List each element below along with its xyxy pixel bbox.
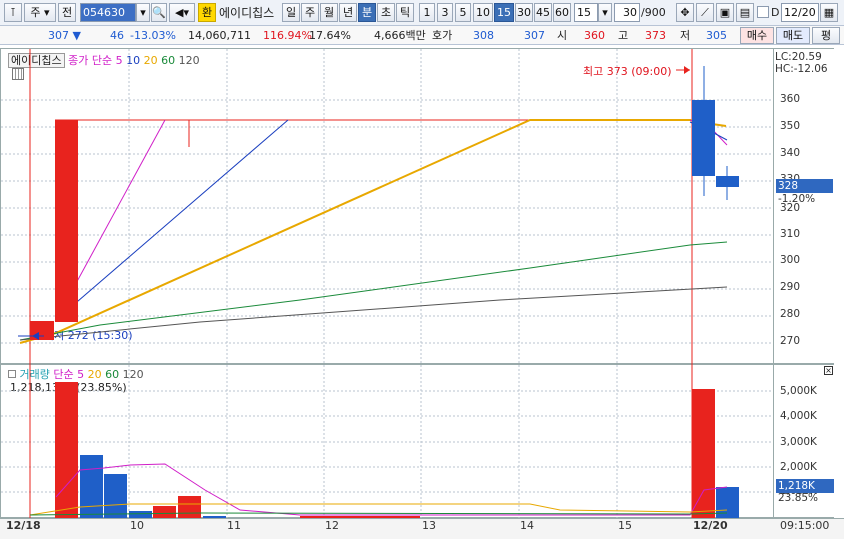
chart-canvas [1,49,772,518]
candle-down [716,176,739,187]
ma10-line [55,119,289,321]
volume-bar [129,511,152,518]
volume-bar [104,474,127,518]
volume-bar [692,389,715,518]
ma120-line [19,286,728,341]
candle-up [30,321,54,340]
volume-bar [178,496,201,518]
volume-bar [55,382,78,518]
candle-down [692,100,715,176]
volume-bar [300,516,420,518]
volume-bar [80,455,103,518]
candle-up [55,120,78,322]
volume-bar [153,506,176,518]
ma60-line [19,241,728,341]
high-arrow-icon [684,66,690,74]
volume-bar [203,516,226,518]
